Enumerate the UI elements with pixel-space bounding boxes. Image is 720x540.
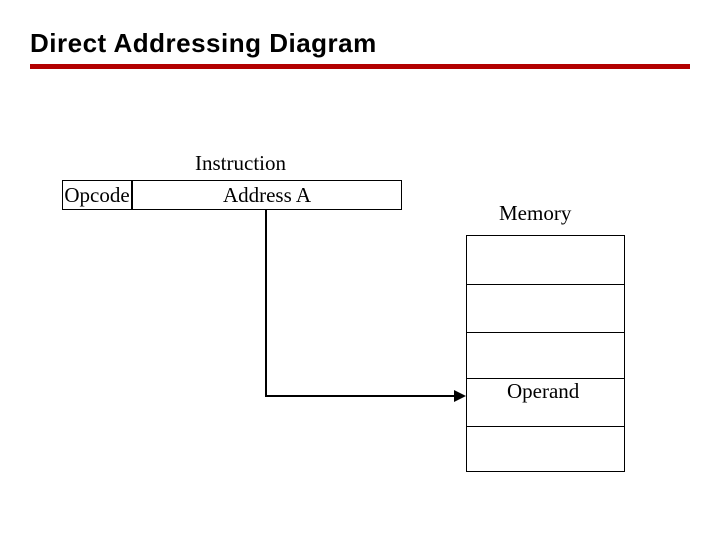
memory-cell-divider [467,332,624,333]
page-title: Direct Addressing Diagram [30,28,377,59]
memory-block: Operand [466,235,625,472]
opcode-box: Opcode [62,180,132,210]
memory-label: Memory [499,201,571,226]
title-rule [30,64,690,69]
operand-label: Operand [507,379,579,404]
memory-cell-divider [467,426,624,427]
arrow-segment-vertical [265,210,267,397]
arrowhead-icon [454,390,466,402]
arrow-segment-horizontal [265,395,454,397]
instruction-label: Instruction [195,151,286,176]
memory-cell-divider [467,284,624,285]
address-text: Address A [223,183,311,207]
opcode-text: Opcode [64,183,129,207]
address-box: Address A [132,180,402,210]
